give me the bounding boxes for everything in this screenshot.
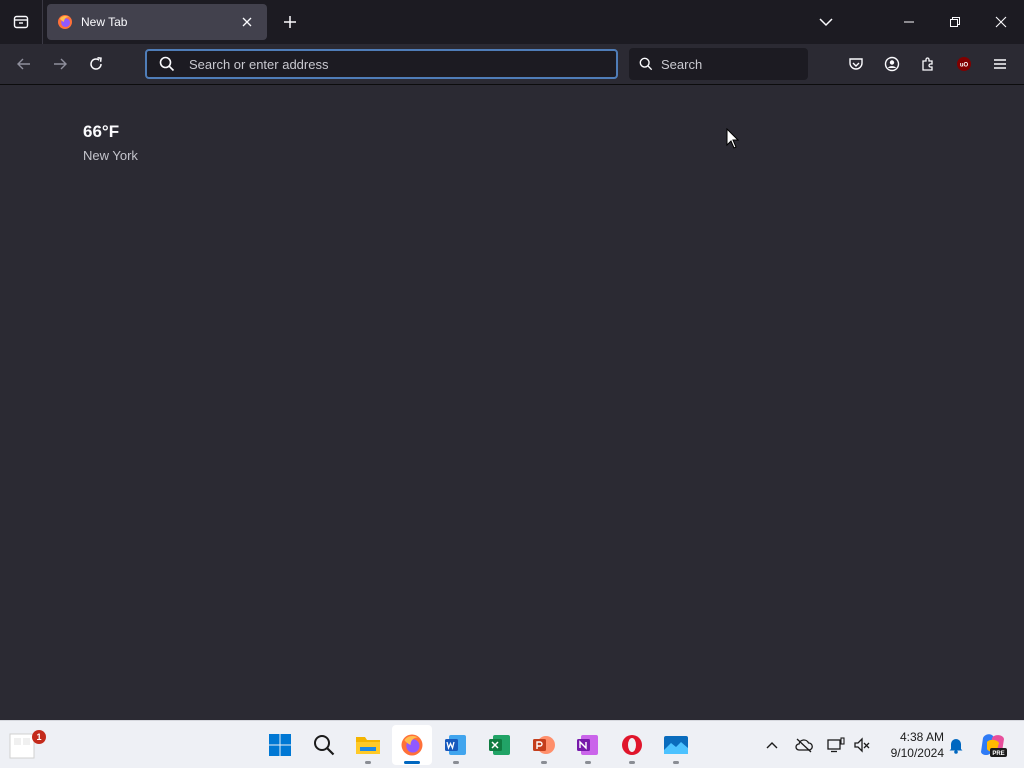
close-tab-button[interactable] xyxy=(237,12,257,32)
account-button[interactable] xyxy=(876,48,908,80)
opera-icon xyxy=(622,735,642,755)
new-tab-page: 66°F New York xyxy=(0,86,1024,720)
monitor-network-icon xyxy=(827,737,845,753)
chevron-down-icon xyxy=(819,18,833,27)
taskbar-file-explorer[interactable] xyxy=(348,725,388,765)
copilot-pre-label: PRE xyxy=(992,751,1004,757)
navigation-toolbar: uO xyxy=(0,44,1024,85)
address-bar[interactable] xyxy=(145,49,618,79)
firefox-view-button[interactable] xyxy=(0,0,42,44)
new-tab-button[interactable] xyxy=(276,8,304,36)
tab-title: New Tab xyxy=(81,15,128,29)
taskbar-excel[interactable] xyxy=(480,725,520,765)
firefox-icon xyxy=(401,734,423,756)
title-bar: New Tab xyxy=(0,0,1024,44)
arrow-right-icon xyxy=(54,58,67,70)
folder-icon xyxy=(356,737,380,754)
system-clock[interactable]: 4:38 AM 9/10/2024 xyxy=(880,729,944,761)
firefox-view-icon xyxy=(13,15,29,29)
hamburger-menu-icon xyxy=(994,59,1006,69)
reload-button[interactable] xyxy=(80,48,112,80)
running-indicator xyxy=(453,761,459,764)
onedrive-status[interactable] xyxy=(792,729,816,761)
address-input[interactable] xyxy=(189,56,589,72)
notifications-button[interactable] xyxy=(944,729,968,761)
running-indicator xyxy=(673,761,679,764)
word-icon xyxy=(445,735,466,755)
photos-icon xyxy=(664,736,688,754)
widgets-badge: 1 xyxy=(36,732,41,742)
forward-button[interactable] xyxy=(44,48,76,80)
extensions-button[interactable] xyxy=(912,48,944,80)
copilot-button[interactable]: PRE xyxy=(978,729,1008,761)
widgets-button[interactable]: 1 xyxy=(8,728,48,762)
chevron-up-icon xyxy=(766,742,778,749)
taskbar-powerpoint[interactable] xyxy=(524,725,564,765)
volume-status[interactable] xyxy=(850,729,874,761)
taskbar-opera[interactable] xyxy=(612,725,652,765)
search-icon xyxy=(314,735,335,756)
minimize-button[interactable] xyxy=(886,0,932,44)
pocket-button[interactable] xyxy=(840,48,872,80)
show-hidden-icons-button[interactable] xyxy=(760,729,784,761)
active-indicator xyxy=(404,761,420,764)
minimize-icon xyxy=(904,21,914,23)
firefox-icon xyxy=(58,15,72,29)
restore-icon xyxy=(950,17,960,27)
start-button[interactable] xyxy=(260,725,300,765)
running-indicator xyxy=(585,761,591,764)
close-icon xyxy=(242,17,252,27)
cloud-offline-icon xyxy=(795,738,813,753)
powerpoint-icon xyxy=(533,736,555,754)
taskbar-photos[interactable] xyxy=(656,725,696,765)
widgets-icon: 1 xyxy=(9,730,46,759)
tab-new-tab[interactable]: New Tab xyxy=(47,4,267,40)
ublock-icon: uO xyxy=(957,57,971,71)
speaker-muted-icon xyxy=(854,737,870,753)
restore-button[interactable] xyxy=(932,0,978,44)
reload-icon xyxy=(90,57,102,70)
back-button[interactable] xyxy=(8,48,40,80)
account-icon xyxy=(884,56,900,72)
clock-date: 9/10/2024 xyxy=(890,746,944,760)
tab-separator xyxy=(42,0,43,44)
weather-location: New York xyxy=(83,148,138,163)
pocket-icon xyxy=(849,58,863,70)
copilot-icon: PRE xyxy=(981,734,1007,757)
arrow-left-icon xyxy=(17,58,30,70)
search-input[interactable] xyxy=(661,56,801,72)
windows-logo-icon xyxy=(269,734,291,756)
svg-text:uO: uO xyxy=(960,63,969,69)
close-icon xyxy=(995,16,1007,28)
taskbar-word[interactable] xyxy=(436,725,476,765)
menu-button[interactable] xyxy=(984,48,1016,80)
clock-time: 4:38 AM xyxy=(899,730,944,744)
plus-icon xyxy=(284,16,296,28)
network-status[interactable] xyxy=(824,729,848,761)
onenote-icon xyxy=(577,735,598,755)
puzzle-icon xyxy=(922,57,933,71)
taskbar: 1 4:38 AM 9/10/2024 PRE xyxy=(0,720,1024,768)
search-icon xyxy=(159,56,175,72)
mouse-cursor-icon xyxy=(726,128,740,149)
list-all-tabs-button[interactable] xyxy=(812,8,840,36)
running-indicator xyxy=(365,761,371,764)
taskbar-onenote[interactable] xyxy=(568,725,608,765)
weather-temperature: 66°F xyxy=(83,122,120,141)
close-window-button[interactable] xyxy=(978,0,1024,44)
bell-icon xyxy=(949,739,963,754)
excel-icon xyxy=(489,735,510,755)
search-bar[interactable] xyxy=(629,48,808,80)
weather-widget[interactable]: 66°F New York xyxy=(83,122,138,163)
running-indicator xyxy=(629,761,635,764)
search-icon xyxy=(639,57,653,71)
ublock-origin-button[interactable]: uO xyxy=(948,48,980,80)
taskbar-firefox[interactable] xyxy=(392,725,432,765)
taskbar-search-button[interactable] xyxy=(304,725,344,765)
running-indicator xyxy=(541,761,547,764)
